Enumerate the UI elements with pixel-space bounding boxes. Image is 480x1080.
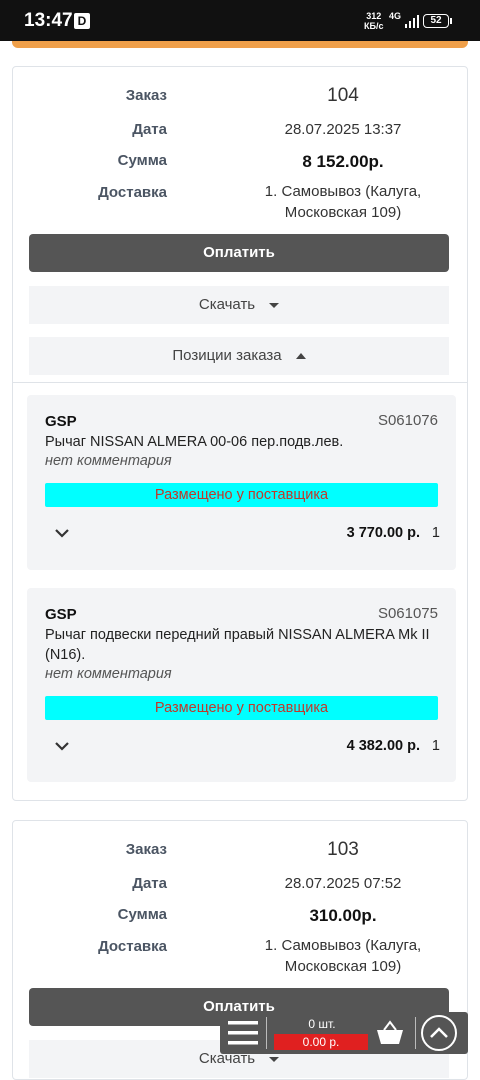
order-label: Заказ: [125, 87, 167, 104]
menu-icon[interactable]: [226, 1016, 260, 1050]
signal-icon: [405, 15, 419, 28]
order-delivery: 1. Самовывоз (Калуга, Московская 109): [264, 183, 422, 221]
header-accent-strip: [12, 41, 468, 48]
basket-icon[interactable]: [375, 1020, 405, 1046]
list-item: GSP S061076 Рычаг NISSAN ALMERA 00-06 пе…: [27, 395, 456, 570]
delivery-label: Доставка: [98, 184, 167, 201]
item-name: Рычаг подвески передний правый NISSAN AL…: [45, 627, 430, 663]
caret-up-icon: [295, 353, 306, 360]
caret-down-icon: [269, 302, 280, 308]
order-number: 104: [327, 85, 359, 106]
order-date: 28.07.2025 07:52: [284, 875, 402, 892]
item-qty: 1: [431, 738, 440, 754]
item-code: S061075: [377, 605, 438, 622]
item-price: 4 382.00 р.: [346, 738, 420, 754]
item-name: Рычаг NISSAN ALMERA 00-06 пер.подв.лев.: [45, 434, 344, 450]
divider: [266, 1017, 267, 1049]
network-type: 4G: [389, 11, 402, 21]
order-sum: 8 152.00р.: [302, 152, 384, 171]
order-number: 103: [327, 839, 359, 860]
divider: [13, 382, 467, 383]
order-sum: 310.00р.: [309, 906, 377, 925]
scroll-up-button[interactable]: [421, 1015, 457, 1051]
order-delivery: 1. Самовывоз (Калуга, Московская 109): [264, 937, 422, 975]
network-speed: 312 КБ/с: [364, 11, 384, 31]
status-time: 13:47: [24, 10, 73, 31]
chevron-down-icon[interactable]: [55, 526, 69, 540]
status-badge: Размещено у поставщика: [45, 696, 438, 720]
item-comment: нет комментария: [45, 453, 172, 469]
delivery-label: Доставка: [98, 938, 167, 955]
item-code: S061076: [377, 412, 438, 429]
item-qty: 1: [431, 525, 440, 541]
order-label: Заказ: [125, 841, 167, 858]
item-comment: нет комментария: [45, 666, 172, 682]
sum-label: Сумма: [117, 152, 167, 169]
list-item: GSP S061075 Рычаг подвески передний прав…: [27, 588, 456, 782]
divider: [415, 1017, 416, 1049]
date-label: Дата: [132, 875, 167, 892]
order-card: Заказ 104 Дата 28.07.2025 13:37 Сумма 8 …: [12, 66, 468, 801]
date-label: Дата: [132, 121, 167, 138]
pay-button[interactable]: Оплатить: [29, 234, 449, 272]
caret-down-icon: [269, 1056, 280, 1062]
supplier-name: GSP: [45, 413, 77, 430]
chevron-down-icon[interactable]: [55, 739, 69, 753]
download-button[interactable]: Скачать: [29, 286, 449, 324]
item-price: 3 770.00 р.: [346, 525, 420, 541]
cart-count: 0 шт.: [308, 1017, 336, 1031]
cart-total: 0.00 р.: [274, 1034, 368, 1050]
battery-icon: 52: [423, 14, 452, 28]
positions-toggle-button[interactable]: Позиции заказа: [29, 337, 449, 375]
floating-cart-bar: 0 шт. 0.00 р.: [220, 1012, 468, 1054]
d-badge-icon: D: [74, 13, 90, 29]
status-badge: Размещено у поставщика: [45, 483, 438, 507]
sum-label: Сумма: [117, 906, 167, 923]
chevron-up-icon: [430, 1027, 448, 1038]
order-date: 28.07.2025 13:37: [284, 121, 402, 138]
status-bar: 13:47 D 312 КБ/с 4G 52: [0, 0, 480, 41]
supplier-name: GSP: [45, 606, 77, 623]
